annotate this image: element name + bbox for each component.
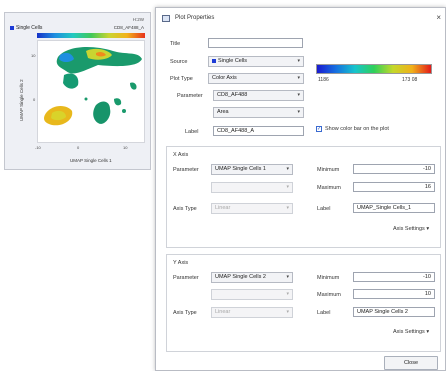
color-scale-min: 1186 [318,77,329,83]
y-axis-type-select[interactable]: Linear ▾ [211,307,293,318]
plot-type-value: Color Axis [212,75,237,81]
source-value: Single Cells [218,58,248,64]
parameter-measure-value: Area [217,109,229,115]
cluster-mid-left [63,73,79,89]
x-maximum-input[interactable]: 16 [353,182,435,192]
chevron-down-icon: ▾ [286,184,289,190]
parameter-value: CD8_AF488 [217,92,248,98]
y-parameter-value: UMAP Single Cells 2 [215,274,266,280]
cluster-bottom-right [93,101,111,124]
dialog-titlebar[interactable]: Plot Properties × [156,8,445,30]
y-label-input[interactable]: UMAP Single Cells 2 [353,307,435,317]
plot-color-bar [37,33,145,38]
x-parameter-value: UMAP Single Cells 1 [215,166,266,172]
cluster-right-small [114,98,122,106]
y-tick-2: 0 [33,97,36,102]
show-color-bar-label: Show color bar on the plot [325,126,389,132]
x-axis-group: X Axis Parameter UMAP Single Cells 1 ▾ ▾… [166,146,441,248]
parameter-label: Parameter [177,93,203,99]
chevron-down-icon: ▾ [286,309,289,315]
chevron-down-icon: ▾ [286,274,289,280]
label-label: Label [185,129,199,135]
x-axis-settings-button[interactable]: Axis Settings ▾ [393,226,429,232]
y-axis-settings-label: Axis Settings [393,329,425,335]
x-label-input[interactable]: UMAP_Single Cells_1 [353,203,435,213]
chevron-down-icon: ▾ [286,166,289,172]
umap-scatter [44,47,142,126]
source-color-swatch [212,58,216,63]
y-axis-group: Y Axis Parameter UMAP Single Cells 2 ▾ ▾… [166,254,441,352]
cluster-far-right [130,82,137,90]
parameter-select[interactable]: CD8_AF488 ▾ [213,90,304,101]
close-icon[interactable]: × [436,13,441,22]
color-scale-bar [316,64,432,74]
close-button[interactable]: Close [384,356,438,370]
zoom-label: H:2W [132,17,144,22]
show-color-bar-checkbox[interactable]: ✓ [316,126,322,132]
y-parameter-label: Parameter [173,275,199,281]
y-parameter-measure-select[interactable]: ▾ [211,289,293,300]
x-axis-settings-label: Axis Settings [393,226,425,232]
y-parameter-select[interactable]: UMAP Single Cells 2 ▾ [211,272,293,283]
plot-window[interactable]: H:2W Single Cells CD8_AF488_A 10 0 -10 0… [4,12,151,170]
y-axis-settings-button[interactable]: Axis Settings ▾ [393,329,429,335]
population-color-swatch [10,25,14,30]
color-scale-max: 173 08 [402,77,418,83]
population-label: Single Cells [16,25,43,31]
y-maximum-input[interactable]: 10 [353,289,435,299]
x-tick-1: -10 [35,145,41,150]
chevron-down-icon: ▾ [297,75,300,81]
chevron-down-icon: ▾ [426,329,430,335]
x-parameter-measure-select[interactable]: ▾ [211,182,293,193]
x-parameter-select[interactable]: UMAP Single Cells 1 ▾ [211,164,293,175]
x-minimum-label: Minimum [317,167,340,173]
chevron-down-icon: ▾ [297,58,300,64]
chevron-down-icon: ▾ [297,92,300,98]
x-parameter-label: Parameter [173,167,199,173]
x-tick-3: 10 [123,145,128,150]
x-axis-type-value: Linear [215,205,231,211]
label-input[interactable]: CD8_AF488_A [213,126,304,136]
y-axis-label: UMAP Single Cells 2 [19,79,24,121]
parameter-measure-select[interactable]: Area ▾ [213,107,304,118]
y-axis-type-label: Axis Type [173,310,197,316]
chevron-down-icon: ▾ [297,109,300,115]
x-tick-2: 0 [77,145,80,150]
plot-type-label: Plot Type [170,76,193,82]
x-maximum-label: Maximum [317,185,341,191]
y-minimum-label: Minimum [317,275,340,281]
plot-properties-icon [162,15,170,22]
plot-population-title: Single Cells [10,25,42,31]
y-axis-type-value: Linear [215,309,231,315]
chevron-down-icon: ▾ [426,226,430,232]
x-axis-label: UMAP Single Cells 1 [70,158,112,163]
y-minimum-input[interactable]: -10 [353,272,435,282]
x-label-label: Label [317,206,331,212]
source-label: Source [170,59,188,65]
title-input[interactable] [208,38,303,48]
title-label: Title [170,41,181,47]
plot-area[interactable] [37,40,145,143]
x-axis-type-label: Axis Type [173,206,197,212]
plot-type-select[interactable]: Color Axis ▾ [208,73,304,84]
x-axis-type-select[interactable]: Linear ▾ [211,203,293,214]
plot-parameter-label: CD8_AF488_A [113,25,144,30]
plot-properties-dialog[interactable]: Plot Properties × Title Source Single Ce… [155,7,446,371]
chevron-down-icon: ▾ [286,291,289,297]
y-axis-group-title: Y Axis [173,260,189,266]
dialog-title: Plot Properties [175,15,215,21]
source-select[interactable]: Single Cells ▾ [208,56,304,67]
y-tick-1: 10 [31,53,36,58]
x-axis-group-title: X Axis [173,152,189,158]
y-maximum-label: Maximum [317,292,341,298]
chevron-down-icon: ▾ [286,205,289,211]
y-label-label: Label [317,310,331,316]
x-minimum-input[interactable]: -10 [353,164,435,174]
